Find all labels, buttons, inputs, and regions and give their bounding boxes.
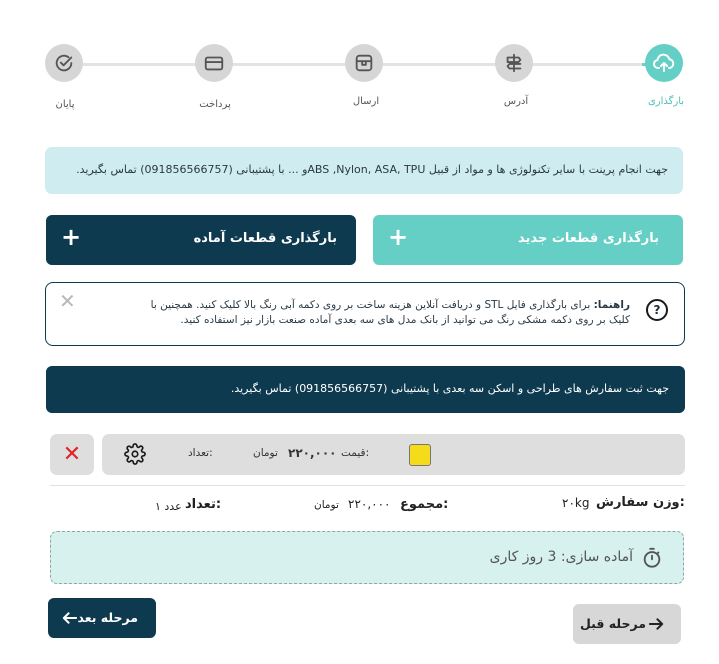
gear-icon[interactable] (124, 443, 146, 465)
step-upload[interactable] (645, 44, 683, 82)
credit-card-icon (204, 56, 224, 71)
count-value: ۱ عدد (155, 500, 182, 513)
guide-body: برای بارگذاری فایل STL و دریافت آنلاین ه… (150, 299, 630, 326)
color-swatch[interactable] (409, 444, 431, 466)
step-payment[interactable] (195, 44, 233, 82)
step-label-payment: پرداخت (199, 99, 231, 110)
stopwatch-icon (643, 547, 661, 568)
help-icon: ? (646, 299, 668, 321)
cloud-upload-icon (653, 53, 675, 72)
step-label-finish: پایان (55, 99, 75, 110)
preparation-time-text: آماده سازی: 3 روز کاری (489, 549, 633, 565)
price-label: قیمت: (341, 447, 370, 459)
price-value: ۲۲۰,۰۰۰ (288, 446, 337, 460)
info-banner: جهت انجام پرینت با سایر تکنولوژی ها و مو… (45, 147, 683, 194)
info-banner-text: جهت انجام پرینت با سایر تکنولوژی ها و مو… (76, 163, 668, 176)
plus-icon: + (61, 223, 82, 251)
step-address[interactable] (495, 44, 533, 82)
weight-label: وزن سفارش: (596, 495, 685, 510)
plus-icon: + (388, 223, 409, 251)
step-label-address: آدرس (503, 96, 529, 107)
weight-value: ۲۰kg (562, 496, 590, 510)
previous-step-button[interactable]: مرحله قبل (573, 604, 681, 644)
upload-ready-parts-label: بارگذاری قطعات آماده (193, 231, 337, 246)
count-label: تعداد: (185, 497, 222, 512)
total-unit: تومان (314, 499, 339, 511)
box-icon (355, 54, 373, 72)
arrow-right-icon (649, 618, 664, 630)
guide-title: راهنما: (593, 299, 630, 311)
quantity-label: تعداد: (188, 447, 213, 459)
preparation-time-box: آماده سازی: 3 روز کاری (50, 531, 684, 584)
close-icon[interactable]: ✕ (59, 291, 76, 311)
upload-new-parts-label: بارگذاری قطعات جدید (518, 231, 659, 246)
contact-banner-text: جهت ثبت سفارش های طراحی و اسکن سه بعدی ب… (230, 382, 669, 395)
next-step-label: مرحله بعد (77, 610, 138, 625)
close-icon: ✕ (62, 442, 82, 467)
step-label-shipping: ارسال (352, 96, 380, 107)
price-unit: تومان (253, 447, 278, 459)
next-step-button[interactable]: مرحله بعد (48, 598, 156, 638)
guide-text: راهنما: برای بارگذاری فایل STL و دریافت … (130, 298, 630, 328)
total-value: ۲۲۰,۰۰۰ (348, 497, 391, 511)
signpost-icon (506, 53, 522, 73)
check-circle-icon (55, 54, 73, 72)
arrow-left-icon (62, 612, 77, 624)
step-shipping[interactable] (345, 44, 383, 82)
cart-item-row: قیمت: ۲۲۰,۰۰۰ تومان تعداد: (102, 434, 685, 475)
previous-step-label: مرحله قبل (579, 616, 646, 631)
divider (50, 485, 685, 486)
delete-item-button[interactable]: ✕ (50, 434, 94, 475)
contact-banner: جهت ثبت سفارش های طراحی و اسکن سه بعدی ب… (46, 366, 685, 413)
upload-new-parts-button[interactable]: بارگذاری قطعات جدید + (373, 215, 683, 265)
upload-ready-parts-button[interactable]: بارگذاری قطعات آماده + (46, 215, 356, 265)
total-label: مجموع: (400, 497, 449, 512)
step-finish[interactable] (45, 44, 83, 82)
step-label-upload: بارگذاری (647, 96, 685, 107)
guide-box: ? راهنما: برای بارگذاری فایل STL و دریاف… (45, 282, 685, 346)
